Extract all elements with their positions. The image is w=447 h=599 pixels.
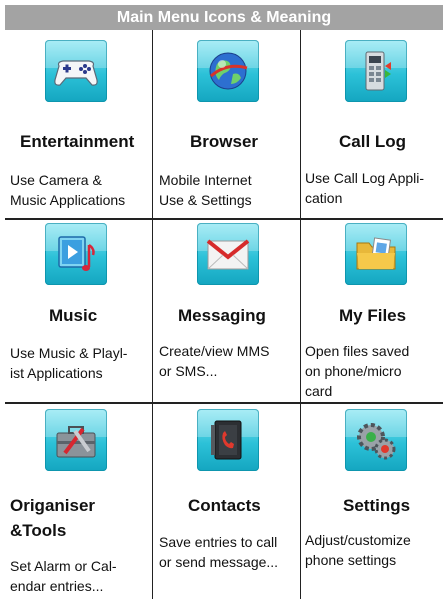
menu-item-description: Adjust/customize phone settings xyxy=(305,530,445,570)
description-line: ist Applications xyxy=(10,365,103,381)
gears-icon xyxy=(345,409,407,471)
row-divider xyxy=(5,402,443,404)
description-line: on phone/micro xyxy=(305,363,402,379)
folder-icon xyxy=(345,223,407,285)
description-line: Use Camera & xyxy=(10,172,102,188)
menu-item-title: Music xyxy=(49,306,98,325)
phonebook-icon xyxy=(197,409,259,471)
page-header: Main Menu Icons & Meaning xyxy=(5,5,443,30)
menu-item-description: Use Call Log Appli- cation xyxy=(305,168,445,208)
description-line: Open files saved xyxy=(305,343,410,359)
description-line: Set Alarm or Cal- xyxy=(10,558,117,574)
menu-item-title: My Files xyxy=(339,306,407,325)
menu-item-description: Mobile Internet Use & Settings xyxy=(159,170,299,210)
menu-item-title: Messaging xyxy=(178,306,266,325)
gamepad-icon xyxy=(45,40,107,102)
menu-item-description: Open files saved on phone/micro card xyxy=(305,341,445,401)
toolbox-icon xyxy=(45,409,107,471)
description-line: Use & Settings xyxy=(159,192,252,208)
header-title: Main Menu Icons & Meaning xyxy=(116,9,332,26)
description-line: endar entries... xyxy=(10,578,104,594)
description-line: Mobile Internet xyxy=(159,172,252,188)
description-line: Use Call Log Appli- xyxy=(305,170,425,186)
description-line: cation xyxy=(305,190,343,206)
column-divider xyxy=(300,30,301,599)
column-divider xyxy=(152,30,153,599)
title-line: Origaniser xyxy=(10,496,96,515)
menu-item-title: Entertainment xyxy=(20,132,135,151)
globe-icon xyxy=(197,40,259,102)
description-line: or send message... xyxy=(159,554,279,570)
description-line: Adjust/customize xyxy=(305,532,411,548)
description-line: phone settings xyxy=(305,552,397,568)
row-divider xyxy=(5,218,443,220)
menu-item-title: Contacts xyxy=(188,496,261,515)
music-icon xyxy=(45,223,107,285)
description-line: or SMS... xyxy=(159,363,218,379)
menu-item-title-line2: &Tools xyxy=(10,521,66,541)
menu-item-description: Use Music & Playl- ist Applications xyxy=(10,343,150,383)
menu-item-title: Origaniser xyxy=(10,496,95,516)
menu-item-description: Create/view MMS or SMS... xyxy=(159,341,299,381)
title-line: &Tools xyxy=(10,521,67,540)
menu-item-title: Browser xyxy=(190,132,259,151)
menu-item-description: Save entries to call or send message... xyxy=(159,532,301,572)
call-log-icon xyxy=(345,40,407,102)
menu-item-description: Use Camera & Music Applications xyxy=(10,170,150,210)
description-line: Music Applications xyxy=(10,192,126,208)
description-line: Save entries to call xyxy=(159,534,278,550)
description-line: Use Music & Playl- xyxy=(10,345,128,361)
description-line: card xyxy=(305,383,333,399)
description-line: Create/view MMS xyxy=(159,343,270,359)
menu-item-title: Call Log xyxy=(339,132,407,151)
envelope-icon xyxy=(197,223,259,285)
menu-item-title: Settings xyxy=(343,496,411,515)
menu-item-description: Set Alarm or Cal- endar entries... xyxy=(10,556,150,596)
